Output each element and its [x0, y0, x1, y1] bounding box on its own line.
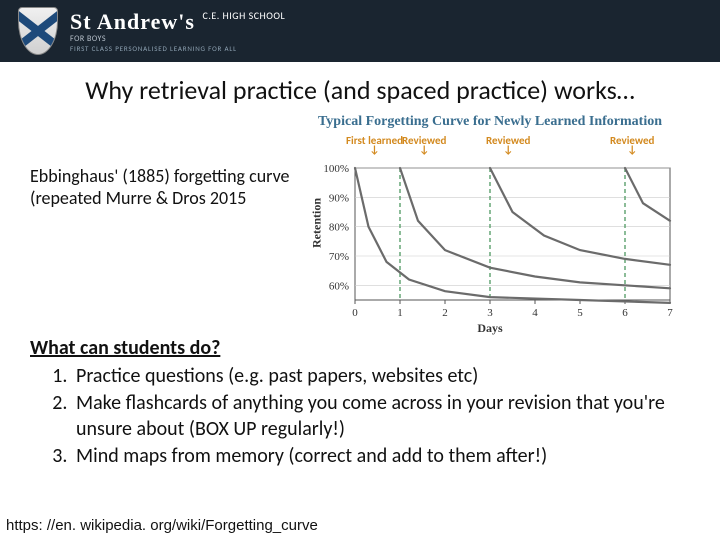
school-header: St Andrew's C.E. HIGH SCHOOL FOR BOYS FI… — [0, 0, 720, 62]
left-caption: Ebbinghaus' (1885) forgetting curve (rep… — [30, 114, 300, 209]
chart-annotations: First learned↓ Reviewed↓ Reviewed↓ Revie… — [300, 134, 680, 162]
school-for: FOR BOYS — [70, 35, 285, 43]
caption-line-2: (repeated Murre & Dros 2015 — [30, 188, 300, 210]
svg-text:0: 0 — [352, 307, 358, 319]
chart-block: Typical Forgetting Curve for Newly Learn… — [300, 114, 690, 332]
school-name: St Andrew's — [70, 9, 195, 34]
question-heading: What can students do? — [30, 336, 690, 362]
svg-text:5: 5 — [577, 307, 583, 319]
svg-text:1: 1 — [397, 307, 403, 319]
x-axis-label: Days — [477, 321, 502, 336]
advice-item-3: Mind maps from memory (correct and add t… — [72, 444, 690, 470]
svg-text:7: 7 — [667, 307, 673, 319]
school-suffix: C.E. HIGH SCHOOL — [203, 9, 286, 22]
school-tagline: FIRST CLASS PERSONALISED LEARNING FOR AL… — [70, 45, 285, 52]
svg-text:90%: 90% — [329, 192, 349, 204]
annot-review-1: Reviewed↓ — [402, 134, 446, 154]
forgetting-curve-chart: 100% 90% 80% 70% 60% 0 1 2 3 4 5 6 7 — [300, 162, 680, 322]
chart-title: Typical Forgetting Curve for Newly Learn… — [300, 114, 680, 130]
school-crest-icon — [18, 7, 58, 55]
svg-text:3: 3 — [487, 307, 493, 319]
source-url: https: //en. wikipedia. org/wiki/Forgett… — [6, 517, 318, 534]
annot-review-3: Reviewed↓ — [610, 134, 654, 154]
advice-list: Practice questions (e.g. past papers, we… — [30, 364, 690, 470]
advice-item-2: Make flashcards of anything you come acr… — [72, 391, 690, 442]
svg-text:4: 4 — [532, 307, 538, 319]
advice-item-1: Practice questions (e.g. past papers, we… — [72, 364, 690, 390]
svg-text:80%: 80% — [329, 222, 349, 234]
annot-first: First learned↓ — [346, 134, 403, 154]
slide-title: Why retrieval practice (and spaced pract… — [30, 74, 690, 106]
svg-text:100%: 100% — [323, 163, 349, 175]
svg-text:60%: 60% — [329, 280, 349, 292]
body-block: What can students do? Practice questions… — [0, 332, 720, 470]
svg-text:6: 6 — [622, 307, 628, 319]
caption-line-1: Ebbinghaus' (1885) forgetting curve — [30, 166, 300, 188]
svg-text:70%: 70% — [329, 251, 349, 263]
svg-text:2: 2 — [442, 307, 448, 319]
y-axis-label: Retention — [310, 198, 325, 248]
annot-review-2: Reviewed↓ — [486, 134, 530, 154]
content-row: Ebbinghaus' (1885) forgetting curve (rep… — [0, 112, 720, 332]
school-text-block: St Andrew's C.E. HIGH SCHOOL FOR BOYS FI… — [70, 11, 285, 52]
